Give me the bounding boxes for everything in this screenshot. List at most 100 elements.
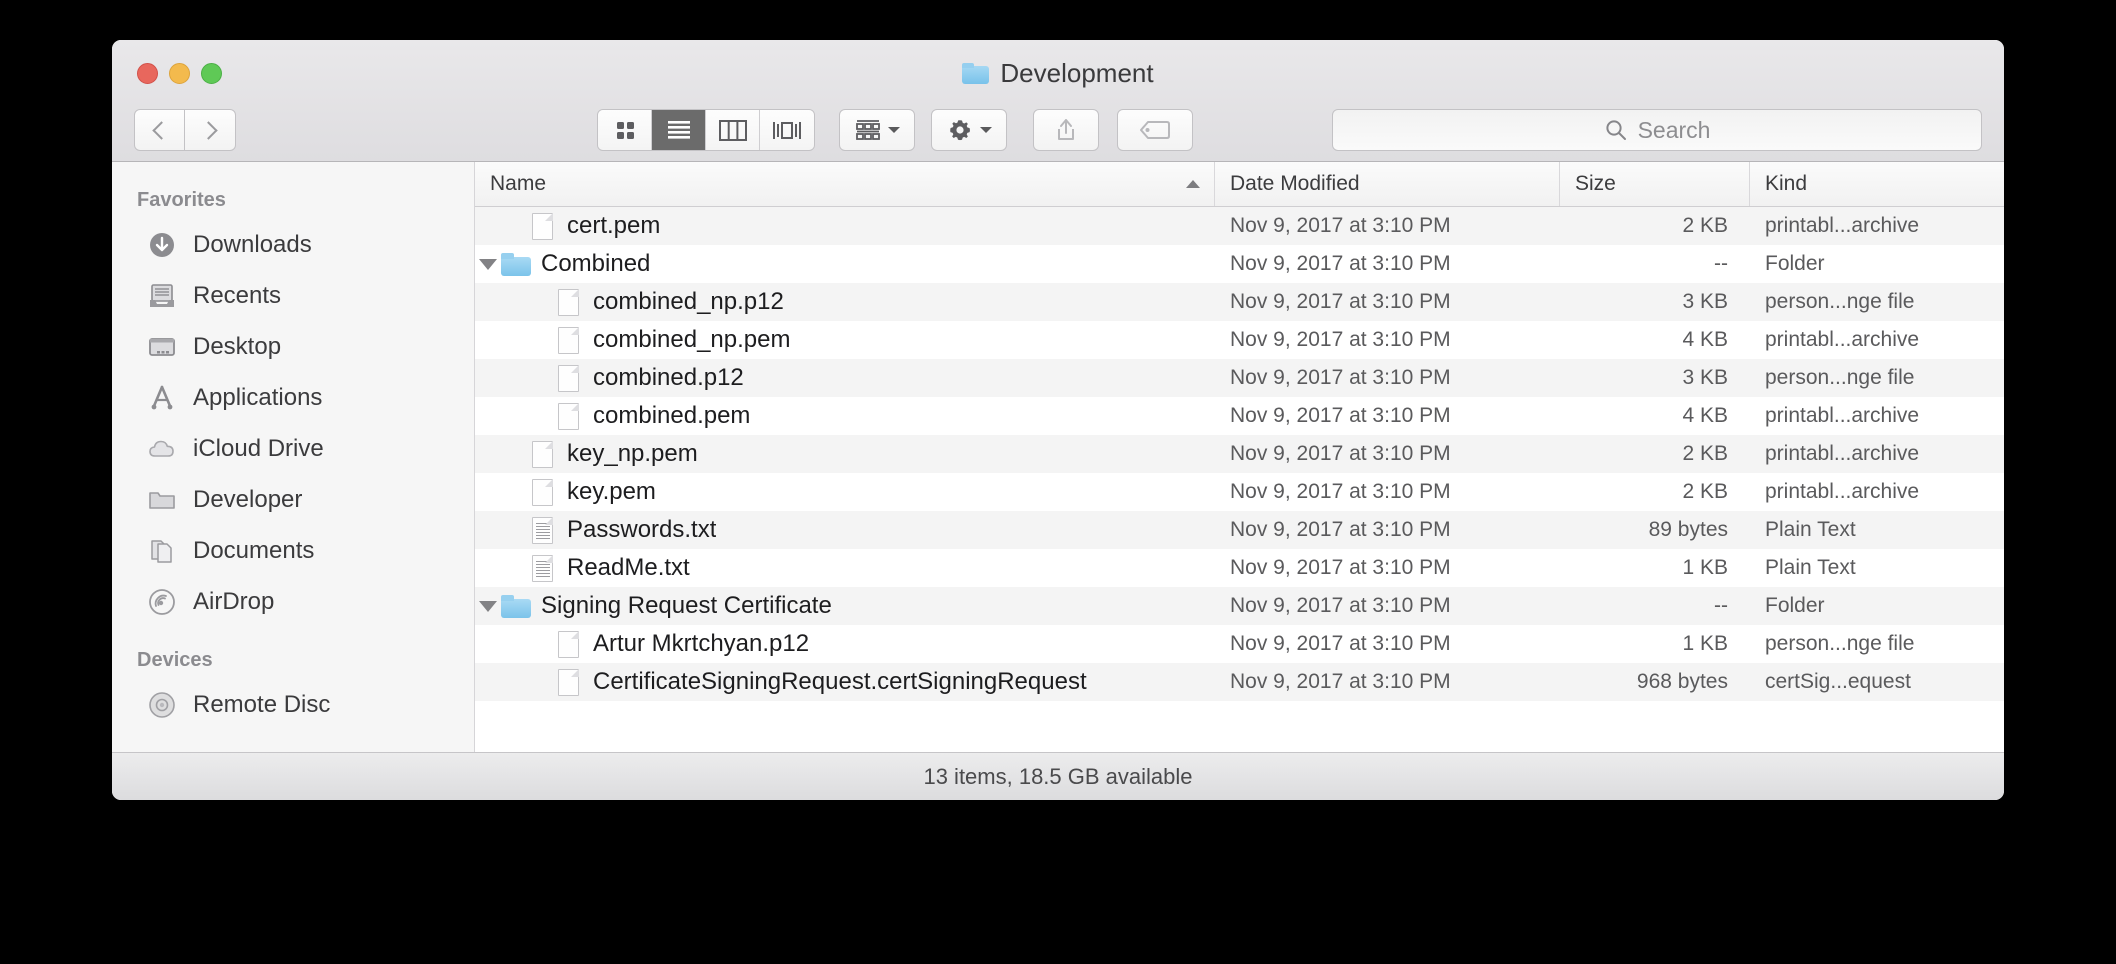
text-document-icon: [531, 554, 553, 582]
cell-kind: person...nge file: [1765, 366, 1915, 389]
table-row[interactable]: CertificateSigningRequest.certSigningReq…: [475, 663, 2004, 701]
cell-size: 2 KB: [1682, 214, 1728, 237]
sidebar-item-recents[interactable]: Recents: [112, 270, 474, 321]
back-button[interactable]: [134, 109, 185, 151]
sidebar-item-icloud-drive[interactable]: iCloud Drive: [112, 423, 474, 474]
coverflow-view-button[interactable]: [760, 110, 814, 150]
cell-date-modified: Nov 9, 2017 at 3:10 PM: [1230, 328, 1451, 351]
file-name: Signing Request Certificate: [541, 592, 832, 619]
document-icon: [557, 630, 579, 658]
coverflow-icon: [773, 121, 801, 139]
sidebar-item-developer[interactable]: Developer: [112, 474, 474, 525]
window-body: Favorites Downloads Recents Desktop Appl…: [112, 162, 2004, 752]
cell-date-modified: Nov 9, 2017 at 3:10 PM: [1230, 442, 1451, 465]
disclosure-triangle[interactable]: [475, 258, 501, 270]
documents-icon: [145, 534, 178, 567]
document-icon: [557, 402, 579, 430]
document-icon: [553, 402, 583, 430]
file-name: key_np.pem: [567, 440, 698, 467]
toolbar: Search: [112, 98, 2004, 162]
table-row[interactable]: Combined Nov 9, 2017 at 3:10 PM -- Folder: [475, 245, 2004, 283]
chevron-down-icon: [979, 127, 992, 133]
column-headers: Name Date Modified Size Kind: [475, 162, 2004, 207]
document-icon: [531, 478, 553, 506]
column-view-button[interactable]: [706, 110, 760, 150]
table-row[interactable]: key.pem Nov 9, 2017 at 3:10 PM 2 KB printab…: [475, 473, 2004, 511]
search-icon: [1605, 120, 1626, 140]
sidebar-item-label: Documents: [193, 536, 315, 564]
cell-size: 4 KB: [1682, 328, 1728, 351]
cell-name: CertificateSigningRequest.certSigningReq…: [475, 668, 1215, 696]
file-name: combined.pem: [593, 402, 751, 429]
recents-icon: [145, 279, 178, 312]
sidebar-item-label: Applications: [193, 383, 323, 411]
cell-date-modified: Nov 9, 2017 at 3:10 PM: [1230, 594, 1451, 617]
cell-kind: printabl...archive: [1765, 442, 1920, 465]
cell-size: 4 KB: [1682, 404, 1728, 427]
column-header-date-modified[interactable]: Date Modified: [1215, 162, 1560, 206]
cell-date-modified: Nov 9, 2017 at 3:10 PM: [1230, 670, 1451, 693]
group-by-button[interactable]: [839, 109, 915, 151]
document-icon: [531, 212, 553, 240]
desktop-icon: [145, 330, 178, 363]
cell-kind: printabl...archive: [1765, 480, 1920, 503]
cell-name: Combined: [475, 250, 1215, 278]
cell-kind: printabl...archive: [1765, 328, 1920, 351]
table-row[interactable]: combined_np.pem Nov 9, 2017 at 3:10 PM 4 K…: [475, 321, 2004, 359]
cell-name: key_np.pem: [475, 440, 1215, 468]
file-name: cert.pem: [567, 212, 661, 239]
search-field[interactable]: Search: [1332, 109, 1982, 151]
cell-size: 3 KB: [1682, 290, 1728, 313]
share-button[interactable]: [1033, 109, 1099, 151]
column-header-label: Name: [490, 172, 547, 195]
list-icon: [667, 121, 690, 139]
cell-kind: person...nge file: [1765, 290, 1915, 313]
cell-date-modified: Nov 9, 2017 at 3:10 PM: [1230, 252, 1451, 275]
cell-name: Signing Request Certificate: [475, 592, 1215, 620]
icon-view-button[interactable]: [598, 110, 652, 150]
forward-button[interactable]: [185, 109, 236, 151]
cell-size: 968 bytes: [1636, 670, 1728, 693]
applications-icon: [145, 381, 178, 414]
sidebar-item-documents[interactable]: Documents: [112, 525, 474, 576]
sort-ascending-icon: [1186, 180, 1200, 188]
column-header-size[interactable]: Size: [1560, 162, 1750, 206]
table-row[interactable]: Signing Request Certificate Nov 9, 2017 a…: [475, 587, 2004, 625]
cell-date-modified: Nov 9, 2017 at 3:10 PM: [1230, 556, 1451, 579]
status-text: 13 items, 18.5 GB available: [923, 763, 1193, 789]
table-row[interactable]: key_np.pem Nov 9, 2017 at 3:10 PM 2 KB prin…: [475, 435, 2004, 473]
sidebar-item-downloads[interactable]: Downloads: [112, 219, 474, 270]
document-icon: [557, 326, 579, 354]
column-header-name[interactable]: Name: [475, 162, 1215, 206]
chevron-right-icon: [198, 120, 218, 140]
column-header-kind[interactable]: Kind: [1750, 162, 2004, 206]
columns-icon: [718, 119, 747, 141]
table-row[interactable]: cert.pem Nov 9, 2017 at 3:10 PM 2 KB printa…: [475, 207, 2004, 245]
disclosure-triangle[interactable]: [475, 600, 501, 612]
cell-date-modified: Nov 9, 2017 at 3:10 PM: [1230, 404, 1451, 427]
chevron-down-icon: [887, 127, 900, 133]
action-button[interactable]: [931, 109, 1007, 151]
table-row[interactable]: Artur Mkrtchyan.p12 Nov 9, 2017 at 3:10 P…: [475, 625, 2004, 663]
folder-icon: [501, 252, 531, 276]
cell-kind: Plain Text: [1765, 518, 1856, 541]
disc-icon: [145, 688, 178, 721]
sidebar-item-label: Developer: [193, 485, 303, 513]
table-row[interactable]: ReadMe.txt Nov 9, 2017 at 3:10 PM 1 KB Plai…: [475, 549, 2004, 587]
sidebar-section-favorites-header: Favorites: [137, 189, 226, 211]
sidebar-item-desktop[interactable]: Desktop: [112, 321, 474, 372]
table-row[interactable]: combined.p12 Nov 9, 2017 at 3:10 PM 3 KB pe…: [475, 359, 2004, 397]
sidebar-item-applications[interactable]: Applications: [112, 372, 474, 423]
airdrop-icon: [145, 585, 178, 618]
sidebar-item-airdrop[interactable]: AirDrop: [112, 576, 474, 627]
sidebar-item-remote-disc[interactable]: Remote Disc: [112, 679, 474, 730]
document-icon: [527, 212, 557, 240]
list-view-button[interactable]: [652, 110, 706, 150]
table-row[interactable]: combined_np.p12 Nov 9, 2017 at 3:10 PM 3 K…: [475, 283, 2004, 321]
table-row[interactable]: combined.pem Nov 9, 2017 at 3:10 PM 4 KB pr…: [475, 397, 2004, 435]
cell-date-modified: Nov 9, 2017 at 3:10 PM: [1230, 480, 1451, 503]
sidebar: Favorites Downloads Recents Desktop Appl…: [112, 162, 475, 752]
file-name: Artur Mkrtchyan.p12: [593, 630, 810, 657]
table-row[interactable]: Passwords.txt Nov 9, 2017 at 3:10 PM 89 by…: [475, 511, 2004, 549]
tags-button[interactable]: [1117, 109, 1193, 151]
